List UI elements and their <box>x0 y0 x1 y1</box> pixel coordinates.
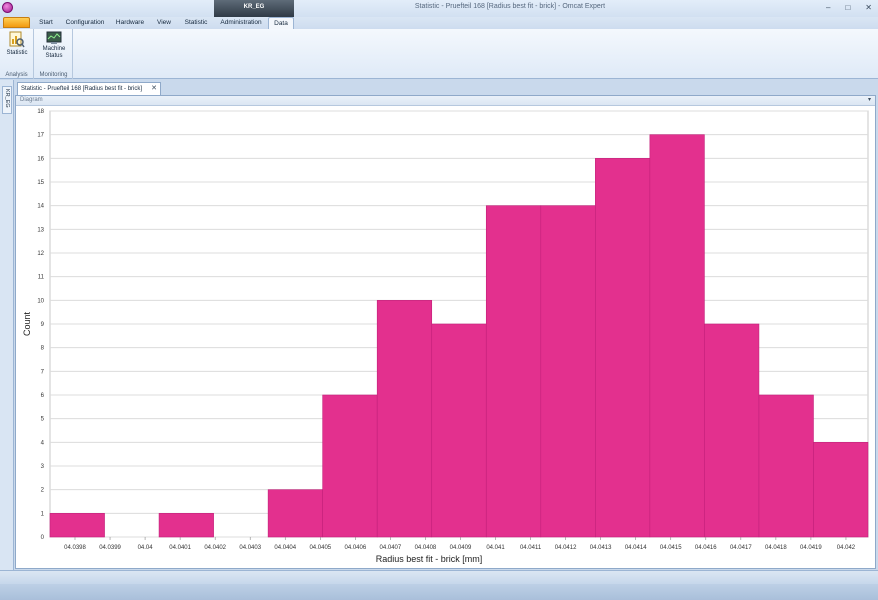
side-panel-tab-label: KR_EG <box>4 89 10 108</box>
x-tick-label: 04.0403 <box>239 545 261 551</box>
panel-menu-icon[interactable]: ▾ <box>868 96 871 103</box>
diagram-panel-header: Diagram ▾ <box>16 96 875 106</box>
histogram-chart: 012345678910111213141516171804.0398 04.03… <box>22 109 869 564</box>
histogram-bar <box>649 134 705 538</box>
x-tick-label: 04.0416 <box>695 545 717 551</box>
x-tick-label: 04.0409 <box>450 545 472 551</box>
x-tick-label: 04.042 <box>837 545 856 551</box>
y-tick-label: 5 <box>41 417 45 423</box>
machine-status-button-label: Machine Status <box>42 46 66 59</box>
histogram-bar <box>431 323 487 538</box>
diagram-panel: Diagram ▾ 0 1 2 3 4 5 6 7 8 9 10 11 12 13 14 15 16 17 18 04… <box>15 95 876 569</box>
x-tick-label: 04.0419 <box>800 545 822 551</box>
statistic-icon <box>9 31 25 48</box>
y-tick-label: 9 <box>41 322 45 328</box>
ribbon-group-monitoring: Machine Status Monitoring <box>35 29 73 79</box>
file-menu-button[interactable] <box>3 17 30 28</box>
tab-hardware[interactable]: Hardware <box>112 17 148 29</box>
y-tick-label: 10 <box>37 298 44 304</box>
close-tab-icon[interactable]: ✕ <box>151 83 157 95</box>
y-tick-label: 0 <box>41 535 45 541</box>
tab-view[interactable]: View <box>152 17 176 29</box>
x-tick-label: 04.0401 <box>169 545 191 551</box>
y-tick-label: 12 <box>37 251 44 257</box>
y-tick-label: 13 <box>37 227 44 233</box>
maximize-button[interactable]: □ <box>845 3 850 12</box>
x-tick-label: 04.0407 <box>380 545 402 551</box>
close-window-button[interactable]: ✕ <box>865 3 872 12</box>
histogram-bar <box>813 442 869 538</box>
x-tick-label: 04.0399 <box>99 545 121 551</box>
title-bar: KR_EG Statistic - Pruefteil 168 [Radius … <box>0 0 878 17</box>
x-tick-label: 04.0413 <box>590 545 612 551</box>
minimize-button[interactable]: – <box>826 3 830 12</box>
y-tick-label: 8 <box>41 346 45 352</box>
statistic-button-label: Statistic <box>6 50 28 56</box>
ribbon-group-analysis: Statistic Analysis <box>0 29 34 79</box>
x-tick-label: 04.0418 <box>765 545 787 551</box>
app-logo-icon[interactable] <box>2 2 13 13</box>
machine-status-icon <box>46 31 62 44</box>
tab-configuration[interactable]: Configuration <box>62 17 108 29</box>
y-tick-label: 4 <box>41 440 45 446</box>
histogram-bar <box>595 158 651 538</box>
y-tick-label: 16 <box>37 156 44 162</box>
tab-administration[interactable]: Administration <box>216 17 266 29</box>
window-title: Statistic - Pruefteil 168 [Radius best f… <box>414 3 606 10</box>
histogram-bar <box>267 489 323 538</box>
histogram-bar <box>758 394 814 538</box>
tab-start[interactable]: Start <box>34 17 58 29</box>
document-tab[interactable]: Statistic - Pruefteil 168 [Radius best f… <box>17 82 161 95</box>
x-axis-title: Radius best fit - brick [mm] <box>376 554 483 564</box>
x-tick-label: 04.0398 <box>64 545 86 551</box>
document-tab-label: Statistic - Pruefteil 168 [Radius best f… <box>21 86 143 92</box>
histogram-bar <box>485 205 542 538</box>
y-tick-label: 17 <box>37 133 44 139</box>
y-tick-label: 15 <box>37 180 44 186</box>
y-tick-label: 2 <box>41 488 45 494</box>
group-label-monitoring: Monitoring <box>39 72 68 78</box>
x-tick-label: 04.0417 <box>730 545 752 551</box>
x-tick-label: 04.0411 <box>520 545 542 551</box>
y-tick-label: 6 <box>41 393 45 399</box>
machine-status-button[interactable]: Machine Status <box>37 31 71 60</box>
x-tick-label: 04.0412 <box>555 545 577 551</box>
y-tick-label: 1 <box>41 511 45 517</box>
x-tick-label: 04.0415 <box>660 545 682 551</box>
x-tick-label: 04.0406 <box>344 545 366 551</box>
x-tick-label: 04.0414 <box>625 545 647 551</box>
group-label-analysis: Analysis <box>5 72 28 78</box>
tab-statistic[interactable]: Statistic <box>180 17 212 29</box>
x-tick-label: 04.0404 <box>274 545 296 551</box>
statistic-button[interactable]: Statistic <box>2 31 32 57</box>
x-tick-label: 04.0402 <box>204 545 226 551</box>
histogram-bar <box>49 513 105 538</box>
tab-data[interactable]: Data <box>268 17 294 29</box>
x-tick-label: 04.0408 <box>415 545 437 551</box>
histogram-bar <box>376 300 433 538</box>
histogram-bar <box>540 205 596 538</box>
side-panel-strip: KR_EG <box>0 80 14 570</box>
window-controls: – □ ✕ <box>826 3 872 12</box>
x-tick-label: 04.0405 <box>309 545 331 551</box>
diagram-panel-title: Diagram <box>20 97 43 103</box>
ribbon-panel: Statistic Analysis Machine Status Monito… <box>0 29 878 79</box>
x-tick-label: 04.04 <box>138 545 154 551</box>
x-tick-label: 04.041 <box>486 545 505 551</box>
y-axis-title: Count <box>22 312 32 337</box>
taskbar <box>0 584 878 600</box>
context-tab-header: KR_EG <box>214 0 294 17</box>
y-tick-label: 14 <box>37 204 44 210</box>
y-tick-label: 18 <box>37 109 44 115</box>
histogram-bar <box>322 394 378 538</box>
y-tick-label: 3 <box>41 464 45 470</box>
histogram-bar <box>704 323 760 538</box>
y-tick-label: 11 <box>38 275 45 281</box>
histogram-bar <box>158 513 214 538</box>
status-bar <box>0 570 878 584</box>
y-tick-label: 7 <box>41 369 45 375</box>
side-panel-tab[interactable]: KR_EG <box>2 86 12 114</box>
